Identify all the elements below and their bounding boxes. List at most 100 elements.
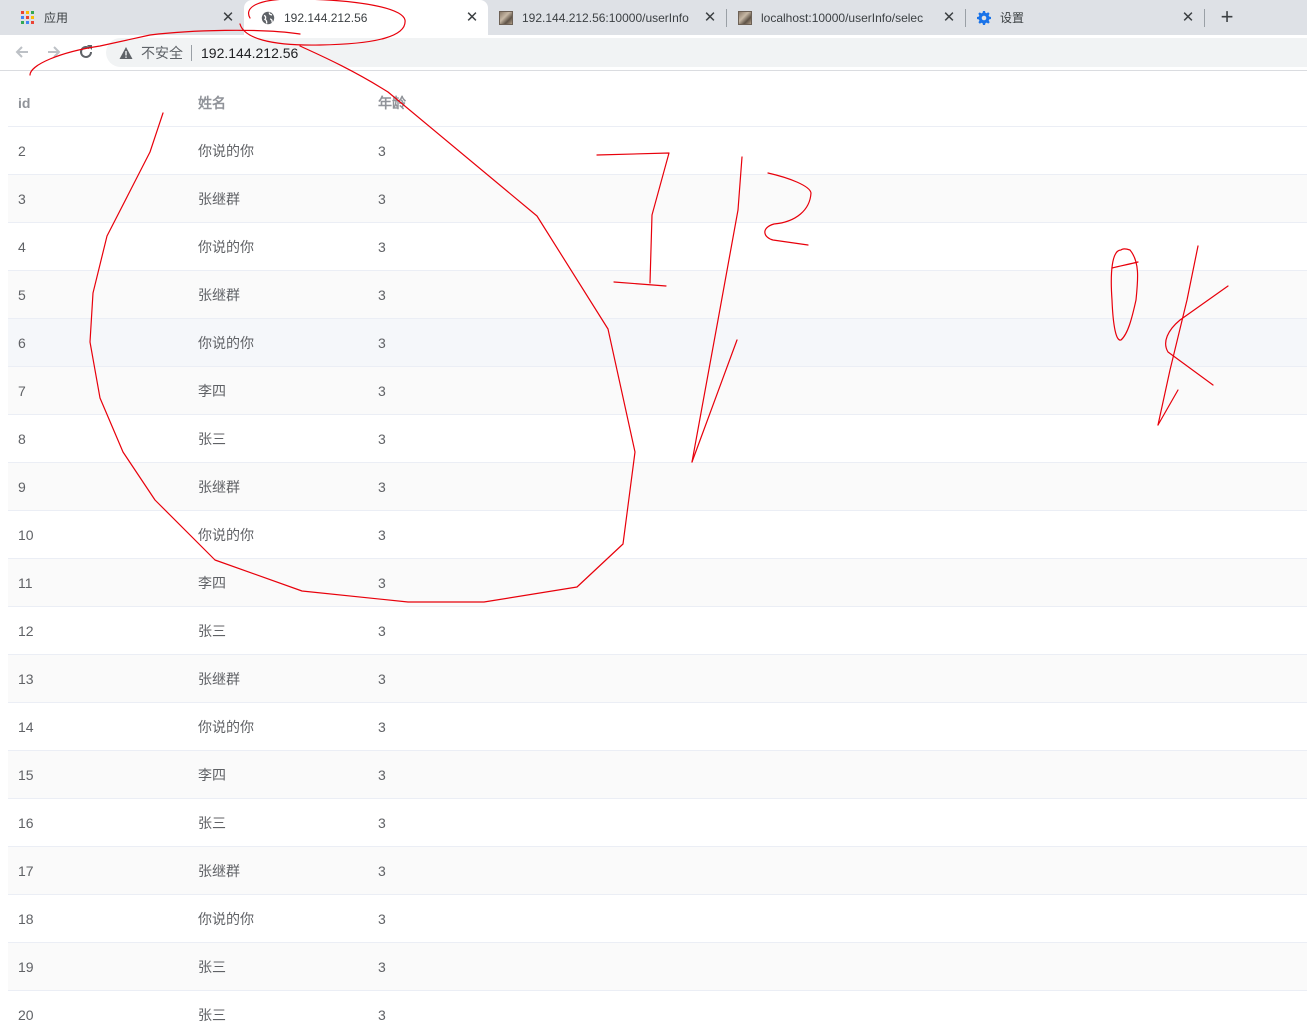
table-row[interactable]: 9 张继群 3 (8, 463, 1307, 511)
cell-id: 7 (18, 383, 26, 399)
tab-settings[interactable]: 设置 ✕ (966, 0, 1204, 35)
reload-button[interactable] (74, 40, 98, 64)
table-row[interactable]: 12 张三 3 (8, 607, 1307, 655)
url-text[interactable]: 192.144.212.56 (201, 45, 298, 61)
cell-name: 张继群 (198, 671, 240, 687)
cell-name: 张继群 (198, 479, 240, 495)
tab-title: 192.144.212.56 (284, 10, 368, 25)
cell-age: 3 (378, 239, 386, 255)
table-row[interactable]: 15 李四 3 (8, 751, 1307, 799)
cell-age: 3 (378, 287, 386, 303)
tab-title: 192.144.212.56:10000/userInfo (522, 10, 689, 25)
forward-button[interactable] (42, 40, 66, 64)
cell-id: 5 (18, 287, 26, 303)
cell-id: 16 (18, 815, 34, 831)
cell-id: 3 (18, 191, 26, 207)
tab-strip: 应用 ✕ 192.144.212.56 ✕ 192.144.212.56:100… (0, 0, 1307, 35)
table-row[interactable]: 11 李四 3 (8, 559, 1307, 607)
cell-id: 11 (18, 575, 33, 591)
tab-active[interactable]: 192.144.212.56 ✕ (244, 0, 488, 35)
cell-id: 6 (18, 335, 26, 351)
close-icon[interactable]: ✕ (941, 9, 957, 26)
cell-id: 10 (18, 527, 34, 543)
arrow-left-icon (15, 46, 28, 58)
table-row[interactable]: 18 你说的你 3 (8, 895, 1307, 943)
cell-name: 你说的你 (198, 239, 254, 255)
cell-age: 3 (378, 383, 386, 399)
close-icon[interactable]: ✕ (220, 9, 236, 26)
cell-age: 3 (378, 191, 386, 207)
new-tab-button[interactable]: + (1216, 6, 1238, 28)
cell-age: 3 (378, 335, 386, 351)
table-row[interactable]: 6 你说的你 3 (8, 319, 1307, 367)
cell-id: 19 (18, 959, 34, 975)
table-row[interactable]: 14 你说的你 3 (8, 703, 1307, 751)
table-row[interactable]: 3 张继群 3 (8, 175, 1307, 223)
cell-age: 3 (378, 1007, 386, 1023)
cell-age: 3 (378, 575, 386, 591)
cell-age: 3 (378, 143, 386, 159)
cell-age: 3 (378, 863, 386, 879)
column-header-name[interactable]: 姓名 (198, 79, 226, 127)
table-row[interactable]: 5 张继群 3 (8, 271, 1307, 319)
cell-name: 李四 (198, 767, 226, 783)
address-bar[interactable]: 不安全 192.144.212.56 (106, 38, 1307, 67)
globe-icon (260, 10, 276, 26)
cell-id: 13 (18, 671, 34, 687)
cell-name: 张继群 (198, 863, 240, 879)
table-row[interactable]: 4 你说的你 3 (8, 223, 1307, 271)
cell-name: 张三 (198, 815, 226, 831)
cell-id: 2 (18, 143, 26, 159)
cell-name: 你说的你 (198, 335, 254, 351)
tab-title: 应用 (44, 11, 69, 25)
table-row[interactable]: 20 张三 3 (8, 991, 1307, 1033)
close-icon[interactable]: ✕ (702, 9, 718, 26)
cell-age: 3 (378, 767, 386, 783)
security-label[interactable]: 不安全 (141, 43, 183, 63)
table-row[interactable]: 10 你说的你 3 (8, 511, 1307, 559)
divider (191, 44, 192, 61)
cell-id: 9 (18, 479, 26, 495)
back-button[interactable] (10, 40, 34, 64)
tab-title: 设置 (1000, 11, 1025, 25)
cell-age: 3 (378, 719, 386, 735)
user-table: id 姓名 年龄 2 你说的你 3 3 张继群 3 4 你说的你 3 5 张继群 3 6 你说的你 3 7 李四… (8, 79, 1307, 1033)
cell-id: 4 (18, 239, 26, 255)
tab-userinfo-remote[interactable]: 192.144.212.56:10000/userInfo ✕ (488, 0, 726, 35)
tab-title: localhost:10000/userInfo/selec (761, 10, 924, 25)
cell-name: 张三 (198, 959, 226, 975)
page-thumbnail-icon (498, 10, 514, 26)
cell-name: 李四 (198, 575, 226, 591)
table-row[interactable]: 16 张三 3 (8, 799, 1307, 847)
column-header-age[interactable]: 年龄 (378, 79, 406, 127)
browser-toolbar: 不安全 192.144.212.56 (0, 35, 1307, 71)
cell-age: 3 (378, 431, 386, 447)
cell-name: 你说的你 (198, 911, 254, 927)
cell-id: 14 (18, 719, 34, 735)
tab-userinfo-local[interactable]: localhost:10000/userInfo/selec ✕ (727, 0, 965, 35)
cell-age: 3 (378, 527, 386, 543)
apps-grid-icon (20, 10, 36, 26)
column-header-id[interactable]: id (18, 79, 30, 127)
cell-name: 你说的你 (198, 143, 254, 159)
table-row[interactable]: 8 张三 3 (8, 415, 1307, 463)
table-row[interactable]: 13 张继群 3 (8, 655, 1307, 703)
close-icon[interactable]: ✕ (1180, 9, 1196, 26)
close-icon[interactable]: ✕ (464, 9, 480, 26)
reload-icon (80, 45, 92, 58)
table-row[interactable]: 17 张继群 3 (8, 847, 1307, 895)
cell-age: 3 (378, 911, 386, 927)
gear-icon (976, 10, 992, 26)
cell-id: 8 (18, 431, 26, 447)
cell-name: 张继群 (198, 191, 240, 207)
cell-age: 3 (378, 815, 386, 831)
cell-id: 15 (18, 767, 34, 783)
cell-age: 3 (378, 623, 386, 639)
table-row[interactable]: 19 张三 3 (8, 943, 1307, 991)
warning-icon[interactable] (119, 46, 133, 60)
tab-apps[interactable]: 应用 ✕ (0, 0, 244, 35)
table-row[interactable]: 7 李四 3 (8, 367, 1307, 415)
cell-name: 张三 (198, 623, 226, 639)
table-row[interactable]: 2 你说的你 3 (8, 127, 1307, 175)
table-body: 2 你说的你 3 3 张继群 3 4 你说的你 3 5 张继群 3 6 你说的你 3 7 李四 3 8 张三 3 9 张继群… (8, 127, 1307, 1033)
